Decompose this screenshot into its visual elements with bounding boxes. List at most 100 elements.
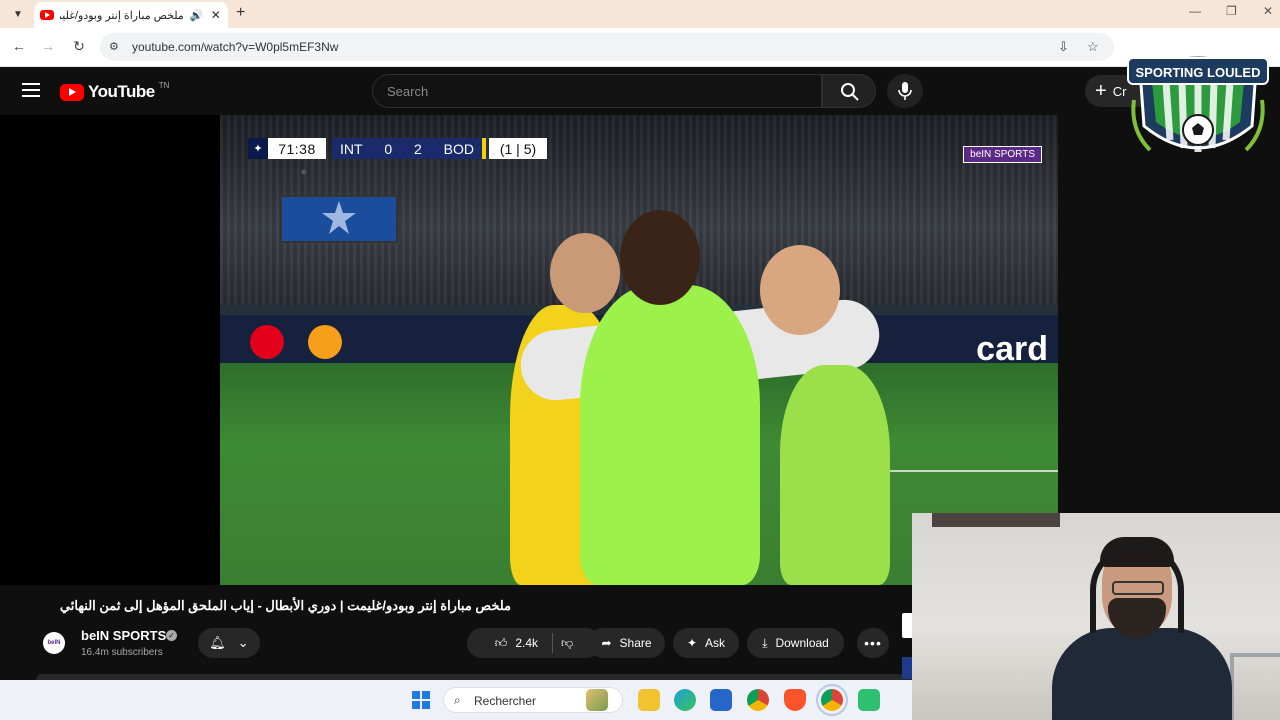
minimize-icon[interactable]: —: [1189, 4, 1201, 18]
mastercard-red-circle: [250, 325, 284, 359]
tab-search-chevron-icon[interactable]: ▼: [8, 4, 28, 24]
svg-text:★ ★ ★: ★ ★ ★: [1182, 44, 1214, 55]
share-button[interactable]: ➦ Share: [588, 628, 665, 658]
away-team: BOD: [443, 140, 474, 157]
youtube-logo[interactable]: YouTube TN: [60, 80, 170, 102]
chrome-active-icon[interactable]: [816, 684, 848, 716]
player-head: [760, 245, 840, 335]
thumbs-down-icon[interactable]: 👎︎: [561, 636, 573, 651]
scoreboard: ✦ 71:38 INT 0 2 BOD (1 | 5): [248, 138, 547, 159]
tab-close-icon[interactable]: ✕: [210, 8, 223, 22]
windows-start-icon[interactable]: [412, 691, 430, 709]
microphone-icon: [898, 82, 912, 100]
youtube-play-icon: [60, 83, 84, 101]
microsoft-store-icon[interactable]: [710, 689, 732, 711]
window-close-icon[interactable]: ✕: [1263, 4, 1273, 18]
subscriber-count: 16.4m subscribers: [81, 647, 163, 658]
like-button[interactable]: 👍︎ 2.4k: [494, 633, 554, 653]
team-color-stripe: [482, 138, 486, 159]
advertising-text: card: [976, 330, 1048, 368]
right-panel-background: [1058, 115, 1280, 515]
verified-check-icon: ✓: [166, 630, 177, 641]
channel-name[interactable]: beIN SPORTS: [81, 628, 166, 643]
score-panel: INT 0 2 BOD: [332, 138, 482, 159]
video-player[interactable]: card ✦ 71:38 INT 0 2 BOD (1 | 5) beIN SP…: [0, 115, 1058, 585]
search-input[interactable]: Search: [372, 74, 822, 108]
mastercard-orange-circle: [308, 325, 342, 359]
download-icon: ⤓: [762, 635, 768, 650]
voice-search-button[interactable]: [887, 74, 923, 108]
home-team: INT: [340, 140, 363, 157]
restore-icon[interactable]: ❐: [1226, 4, 1237, 18]
champions-league-starball-banner: [280, 195, 398, 243]
sporting-louled-logo: SPORTING LOULED ★ ★ ★: [1127, 44, 1269, 152]
share-arrow-icon: ➦: [601, 636, 612, 650]
android-app-icon[interactable]: [858, 689, 880, 711]
search-icon: [841, 83, 859, 101]
streamer-body: [1052, 628, 1232, 720]
news-widget-icon[interactable]: [586, 689, 608, 711]
bookmark-star-icon[interactable]: ☆: [1087, 39, 1099, 55]
chevron-down-icon: ⌄: [237, 635, 249, 650]
youtube-header: YouTube TN Search + Cr: [0, 67, 1280, 115]
plus-icon: +: [1095, 79, 1107, 102]
reload-icon[interactable]: ↻: [70, 38, 88, 55]
speaker-icon[interactable]: 🔊: [190, 9, 204, 22]
edge-browser-icon[interactable]: [674, 689, 696, 711]
sparkle-icon: ✦: [686, 636, 698, 650]
sidebar-thumbnail-edge[interactable]: [902, 657, 912, 679]
like-count: 2.4k: [515, 636, 539, 650]
menu-icon[interactable]: [22, 83, 40, 97]
sporting-louled-logo-text: SPORTING LOULED: [1136, 65, 1261, 80]
match-clock: 71:38: [268, 138, 326, 159]
windows-taskbar: ⌕ Rechercher: [0, 680, 912, 720]
create-label: Cr: [1112, 83, 1127, 99]
download-label: Download: [775, 636, 829, 650]
away-score: 2: [414, 140, 422, 157]
like-dislike-group: 👍︎ 2.4k 👎︎: [467, 628, 601, 658]
search-placeholder: Search: [387, 84, 429, 99]
new-tab-button[interactable]: +: [236, 4, 245, 22]
site-info-icon[interactable]: ⚙: [109, 40, 119, 53]
youtube-country-code: TN: [158, 80, 170, 90]
ask-button[interactable]: ✦ Ask: [673, 628, 739, 658]
wall-frame: [932, 513, 1060, 527]
youtube-logo-text: YouTube: [88, 82, 155, 101]
tab-title: ملخص مباراة إنتر وبودو/غليمت: [60, 9, 184, 22]
url-text[interactable]: youtube.com/watch?v=W0pl5mEF3Nw: [132, 40, 338, 54]
youtube-favicon-icon: [40, 10, 54, 20]
file-explorer-icon[interactable]: [638, 689, 660, 711]
headset-icon: [1090, 543, 1184, 633]
aggregate-score: (1 | 5): [489, 138, 547, 159]
home-score: 0: [384, 140, 393, 157]
player-head: [620, 210, 700, 305]
address-bar[interactable]: ⚙ youtube.com/watch?v=W0pl5mEF3Nw ⇩ ☆: [100, 33, 1114, 61]
brave-browser-icon[interactable]: [784, 689, 806, 711]
search-button[interactable]: [822, 74, 876, 108]
notification-bell-button[interactable]: 🔔︎ ⌄: [198, 628, 260, 658]
webcam-overlay: [912, 513, 1280, 720]
ask-label: Ask: [705, 636, 726, 650]
more-actions-button[interactable]: •••: [857, 628, 889, 658]
thumbs-up-icon: 👍︎: [494, 635, 508, 650]
bell-icon: 🔔︎: [209, 635, 226, 650]
browser-tab-active[interactable]: ملخص مباراة إنتر وبودو/غليمت 🔊 ✕: [34, 2, 228, 28]
player-green-bib: [580, 285, 760, 585]
back-arrow-icon[interactable]: ←: [10, 38, 28, 54]
channel-avatar[interactable]: beIN: [43, 632, 65, 654]
video-info: ملخص مباراة إنتر وبودو/غليمت | دوري الأب…: [0, 585, 912, 680]
taskbar-search-text: Rechercher: [474, 694, 537, 708]
share-label: Share: [619, 636, 652, 650]
browser-tab-bar: ▼ ملخص مباراة إنتر وبودو/غليمت 🔊 ✕ + — ❐…: [0, 0, 1280, 28]
player-head: [550, 233, 620, 313]
search-icon: ⌕: [454, 693, 461, 707]
download-button[interactable]: ⤓ Download: [747, 628, 844, 658]
champions-league-icon: ✦: [248, 138, 268, 159]
forward-arrow-icon[interactable]: →: [39, 38, 57, 54]
bed-rail: [1230, 653, 1280, 720]
chrome-icon[interactable]: [747, 689, 769, 711]
broadcaster-logo: beIN SPORTS: [963, 146, 1042, 163]
install-app-icon[interactable]: ⇩: [1058, 39, 1069, 55]
sidebar-chip[interactable]: [902, 613, 912, 638]
browser-toolbar: ← → ↻ ⚙ youtube.com/watch?v=W0pl5mEF3Nw …: [0, 28, 1280, 67]
